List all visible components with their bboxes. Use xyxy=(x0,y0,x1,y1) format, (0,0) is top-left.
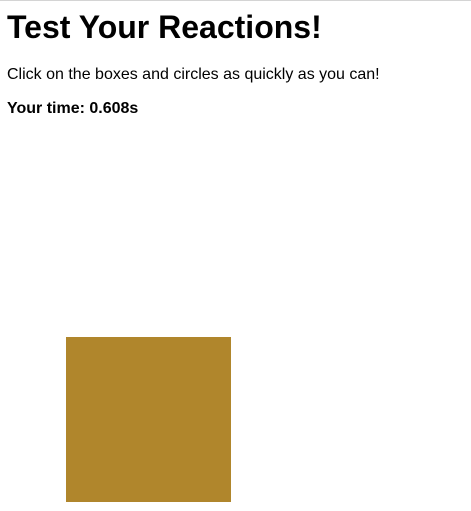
page-title: Test Your Reactions! xyxy=(7,9,322,45)
instructions-text: Click on the boxes and circles as quickl… xyxy=(7,66,380,83)
top-border xyxy=(0,0,471,1)
reaction-time-readout: Your time: 0.608s xyxy=(7,100,139,117)
target-square[interactable] xyxy=(66,337,231,502)
